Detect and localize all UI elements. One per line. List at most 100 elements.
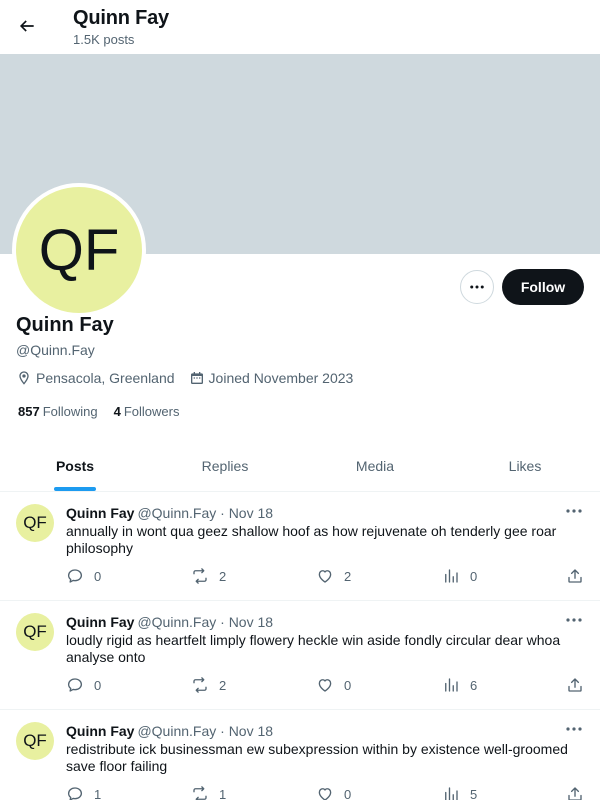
like-button[interactable]: 0	[316, 676, 351, 694]
header-title: Quinn Fay	[73, 7, 169, 29]
top-bar: Quinn Fay 1.5K posts	[0, 0, 600, 54]
repost-count: 2	[219, 568, 227, 584]
post-author-name[interactable]: Quinn Fay	[66, 614, 134, 630]
views-chart-icon	[445, 678, 458, 692]
post-header: Quinn Fay @Quinn.Fay · Nov 18	[66, 614, 273, 630]
views-chart-icon	[445, 569, 458, 583]
back-button[interactable]	[10, 9, 44, 43]
repost-icon	[193, 677, 207, 693]
followers-count: 4	[113, 404, 121, 419]
views-count: 0	[470, 568, 478, 584]
reply-button[interactable]: 0	[66, 567, 101, 585]
post-author-name[interactable]: Quinn Fay	[66, 505, 134, 521]
repost-button[interactable]: 1	[191, 785, 226, 800]
followers-link[interactable]: 4 Followers	[114, 404, 180, 419]
reply-count: 0	[94, 677, 102, 693]
post-avatar[interactable]: QF	[16, 613, 54, 651]
reply-bubble-icon	[67, 678, 83, 692]
more-horizontal-icon	[566, 727, 582, 731]
more-horizontal-icon	[566, 618, 582, 622]
views-button[interactable]: 0	[442, 567, 477, 585]
tab-replies[interactable]: Replies	[150, 440, 300, 491]
like-button[interactable]: 2	[316, 567, 351, 585]
repost-button[interactable]: 2	[191, 567, 226, 585]
views-count: 5	[470, 786, 478, 800]
tab-media[interactable]: Media	[300, 440, 450, 491]
post-actions: 0 2 2 0	[66, 567, 586, 587]
share-icon	[568, 787, 582, 800]
following-link[interactable]: 857 Following	[18, 404, 98, 419]
location-pin-icon	[19, 371, 29, 385]
joined-text: Joined November 2023	[208, 370, 354, 386]
repost-button[interactable]: 2	[191, 676, 226, 694]
post-author-name[interactable]: Quinn Fay	[66, 723, 134, 739]
post-meta: @Quinn.Fay · Nov 18	[137, 614, 274, 630]
tab-likes[interactable]: Likes	[450, 440, 600, 491]
more-horizontal-icon	[566, 509, 582, 513]
reply-count: 1	[94, 786, 102, 800]
post-avatar[interactable]: QF	[16, 504, 54, 542]
heart-icon	[318, 788, 332, 800]
tab-posts[interactable]: Posts	[0, 440, 150, 491]
share-icon	[568, 678, 582, 692]
profile-location: Pensacola, Greenland	[16, 370, 175, 386]
post-header: Quinn Fay @Quinn.Fay · Nov 18	[66, 723, 273, 739]
following-label: Following	[42, 404, 98, 419]
views-button[interactable]: 5	[442, 785, 477, 800]
post-more-button[interactable]	[564, 722, 584, 736]
repost-icon	[193, 568, 207, 584]
post-text: loudly rigid as heartfelt limply flowery…	[66, 632, 561, 665]
post-more-button[interactable]	[564, 504, 584, 518]
post-meta: @Quinn.Fay · Nov 18	[137, 505, 274, 521]
profile-name: Quinn Fay	[16, 314, 114, 336]
arrow-left-icon	[19, 20, 34, 32]
views-count: 6	[470, 677, 478, 693]
more-options-button[interactable]	[460, 270, 494, 304]
post-header: Quinn Fay @Quinn.Fay · Nov 18	[66, 505, 273, 521]
repost-icon	[193, 786, 207, 800]
header-post-count: 1.5K posts	[73, 32, 135, 47]
followers-label: Followers	[123, 404, 180, 419]
follow-button[interactable]: Follow	[502, 269, 584, 305]
post-actions: 1 1 0 5	[66, 785, 586, 800]
reply-count: 0	[94, 568, 102, 584]
profile-stats: 857 Following 4 Followers	[18, 404, 195, 419]
reply-bubble-icon	[67, 569, 83, 583]
heart-icon	[318, 570, 332, 583]
post-text: annually in wont qua geez shallow hoof a…	[66, 523, 557, 556]
reply-button[interactable]: 1	[66, 785, 101, 800]
post-actions: 0 2 0 6	[66, 676, 586, 696]
like-count: 0	[344, 786, 352, 800]
post-item[interactable]: QF Quinn Fay @Quinn.Fay · Nov 18 loudly r…	[0, 601, 600, 710]
profile-joined: Joined November 2023	[189, 370, 354, 386]
share-button[interactable]	[566, 785, 584, 800]
post-more-button[interactable]	[564, 613, 584, 627]
following-count: 857	[18, 404, 40, 419]
share-button[interactable]	[566, 567, 584, 585]
like-button[interactable]: 0	[316, 785, 351, 800]
share-icon	[568, 569, 582, 583]
post-avatar[interactable]: QF	[16, 722, 54, 760]
reply-bubble-icon	[67, 787, 83, 800]
post-feed: QF Quinn Fay @Quinn.Fay · Nov 18 annually…	[0, 492, 600, 800]
more-horizontal-icon	[470, 285, 484, 289]
reply-button[interactable]: 0	[66, 676, 101, 694]
post-item[interactable]: QF Quinn Fay @Quinn.Fay · Nov 18 redistri…	[0, 710, 600, 800]
share-button[interactable]	[566, 676, 584, 694]
location-text: Pensacola, Greenland	[36, 370, 175, 386]
repost-count: 2	[219, 677, 227, 693]
profile-meta: Pensacola, Greenland Joined November 202…	[16, 370, 367, 386]
profile-avatar[interactable]: QF	[12, 183, 146, 317]
like-count: 2	[344, 568, 352, 584]
profile-tabs: Posts Replies Media Likes	[0, 440, 600, 492]
post-meta: @Quinn.Fay · Nov 18	[137, 723, 274, 739]
post-item[interactable]: QF Quinn Fay @Quinn.Fay · Nov 18 annually…	[0, 492, 600, 601]
post-text: redistribute ick businessman ew subexpre…	[66, 741, 568, 774]
calendar-icon	[190, 372, 203, 384]
repost-count: 1	[219, 786, 227, 800]
views-chart-icon	[445, 787, 458, 800]
views-button[interactable]: 6	[442, 676, 477, 694]
profile-handle: @Quinn.Fay	[16, 342, 95, 358]
like-count: 0	[344, 677, 352, 693]
heart-icon	[318, 679, 332, 692]
